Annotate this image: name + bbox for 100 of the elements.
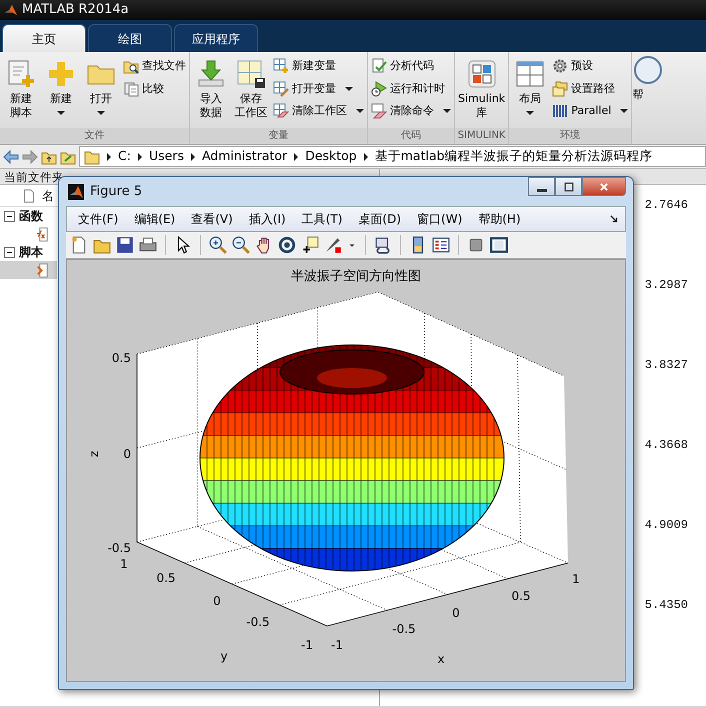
output-value: 3.8327 [644, 357, 688, 374]
collapse-icon[interactable] [4, 210, 15, 222]
ribbon-button[interactable]: 新建变量 [272, 57, 365, 76]
ribbon-button[interactable]: 布局 [511, 56, 550, 128]
close-icon [599, 182, 609, 192]
tick-label: 0 [213, 594, 221, 608]
zoom-in-icon[interactable] [209, 236, 227, 254]
ribbon-button[interactable]: 分析代码 [370, 57, 452, 76]
breadcrumb-link[interactable]: Users [148, 147, 184, 166]
tick-label: 0.5 [112, 351, 131, 365]
ribbon-tab[interactable]: 主页 [2, 24, 86, 52]
section-label: 函数 [19, 208, 43, 225]
column-header[interactable]: 名 [42, 186, 54, 204]
section-label: 脚本 [19, 244, 43, 261]
ribbon-button[interactable]: 保存 工作区 [232, 56, 270, 128]
play-clock-icon [371, 80, 387, 97]
breadcrumb-arrow-icon [107, 152, 111, 160]
output-value: 3.2987 [644, 277, 688, 294]
window-title: Figure 5 [90, 182, 142, 201]
ribbon-button[interactable]: 比较 [122, 80, 187, 98]
frame-icon[interactable] [490, 236, 508, 254]
breadcrumb-link[interactable]: Administrator [202, 147, 288, 166]
block-grid-icon [466, 58, 498, 90]
ribbon-button[interactable]: 设置路径 [551, 80, 630, 98]
group-label: 变量 [190, 128, 367, 144]
ribbon-button[interactable]: 新建 脚本 [2, 56, 40, 128]
folders-icon [552, 80, 568, 97]
document-check-icon [371, 58, 387, 74]
matlab-logo-icon [4, 3, 18, 17]
legend-icon[interactable] [432, 236, 450, 254]
output-value: 4.9009 [644, 517, 688, 534]
breadcrumb-link[interactable]: C: [118, 147, 131, 166]
close-button[interactable] [582, 177, 626, 196]
ribbon-button[interactable]: 预设 [551, 57, 630, 76]
matlab-logo-icon [68, 184, 84, 200]
tick-label: -0.5 [108, 541, 131, 555]
menu-item[interactable]: 工具(T) [294, 210, 350, 228]
ribbon-tab[interactable]: 绘图 [88, 24, 172, 52]
ribbon-button[interactable]: 导入 数据 [192, 56, 230, 128]
breadcrumb-link[interactable]: Desktop [305, 147, 357, 166]
ribbon-button[interactable]: 清除命令 [370, 102, 452, 120]
breadcrumb-arrow-icon [364, 152, 368, 160]
bars-icon [552, 103, 568, 120]
ribbon-button[interactable]: 清除工作区 [272, 102, 365, 120]
path-field[interactable]: C: Users Administrator Desktop 基于matlab编程半波振子的矩量分析法源码程序 [79, 146, 706, 167]
menu-item[interactable]: 帮助(H) [471, 210, 528, 228]
dimple-center [317, 368, 387, 388]
tick-label: 0.5 [156, 571, 176, 585]
collapse-icon[interactable] [4, 246, 15, 258]
ribbon-button[interactable]: 运行和计时 [370, 80, 452, 98]
eraser-icon [371, 103, 387, 120]
caret-icon [57, 111, 65, 115]
plot-title: 半波振子空间方向性图 [291, 269, 421, 284]
back-arrow-icon[interactable] [3, 148, 19, 164]
ribbon-tab[interactable]: 应用程序 [174, 24, 258, 52]
menu-item[interactable]: 插入(I) [242, 210, 293, 228]
output-value: 5.4350 [644, 597, 688, 614]
caret-icon [97, 111, 105, 115]
menu-item[interactable]: 窗口(W) [410, 210, 470, 228]
ribbon-button[interactable]: 打开 [82, 56, 120, 128]
tick-label: -1 [331, 638, 343, 652]
ribbon-button[interactable]: 打开变量 [272, 80, 365, 98]
breadcrumb-arrow-icon [190, 152, 195, 160]
ribbon-button[interactable]: Simulink 库 [457, 56, 506, 128]
caret-icon [526, 111, 534, 115]
zoom-out-icon[interactable] [232, 236, 250, 254]
ribbon-button[interactable]: Parallel [551, 102, 630, 120]
printer-icon[interactable] [139, 236, 157, 254]
tick-label: 0.5 [511, 589, 531, 603]
menu-item[interactable]: 文件(F) [71, 210, 126, 228]
menu-item[interactable]: 查看(V) [184, 210, 240, 228]
maximize-button[interactable] [555, 177, 582, 196]
group-label: 文件 [0, 128, 189, 144]
new-file-icon[interactable] [70, 236, 88, 254]
brush-icon[interactable] [324, 236, 342, 254]
grid-eraser-icon [273, 103, 289, 120]
ribbon-button[interactable]: 新建 [42, 56, 80, 128]
minimize-button[interactable] [528, 177, 555, 196]
save-icon[interactable] [116, 236, 134, 254]
documents-icon [123, 80, 139, 97]
dock-arrow-icon[interactable] [609, 214, 619, 224]
square-icon[interactable] [467, 236, 485, 254]
folder-icon [84, 148, 100, 164]
tick-label: 1 [572, 572, 580, 586]
grid-plus-icon [273, 58, 289, 74]
breadcrumb-arrow-icon [294, 152, 298, 160]
grid-save-icon [235, 58, 267, 90]
output-value: 4.3668 [644, 437, 688, 454]
tick-label: -0.5 [246, 615, 270, 629]
page-icon [22, 188, 36, 202]
menu-item[interactable]: 编辑(E) [127, 210, 182, 228]
tick-label: 0 [123, 447, 131, 461]
group-label: 环境 [509, 128, 632, 144]
menu-item[interactable]: 桌面(D) [351, 210, 408, 228]
ribbon-button[interactable]: 帮 [632, 52, 666, 144]
minimize-icon [536, 188, 546, 192]
data-cursor-icon[interactable] [301, 236, 319, 254]
breadcrumb-arrow-icon [138, 152, 142, 160]
breadcrumb-link[interactable]: 基于matlab编程半波振子的矩量分析法源码程序 [374, 147, 653, 166]
ribbon-button[interactable]: 查找文件 [122, 57, 187, 76]
